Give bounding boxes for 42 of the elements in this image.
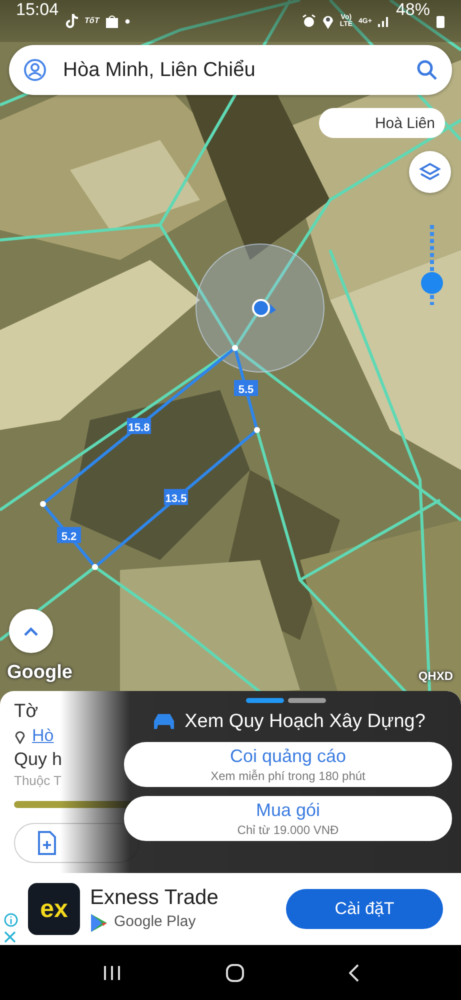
place-chip[interactable]: Hoà Liên bbox=[319, 108, 445, 138]
location-dot-icon bbox=[252, 299, 276, 317]
planning-subtitle: Thuộc T bbox=[14, 773, 62, 788]
signal-icon bbox=[378, 15, 390, 27]
account-icon bbox=[23, 58, 47, 82]
layers-icon bbox=[419, 161, 441, 183]
option-button[interactable]: Mua gói Chỉ từ 19.000 VNĐ bbox=[124, 796, 452, 841]
chevron-up-icon bbox=[24, 626, 38, 636]
edge-length-label: 13.5 bbox=[164, 489, 188, 505]
tiktok-icon bbox=[64, 13, 79, 29]
play-store-icon bbox=[90, 912, 108, 932]
alarm-icon bbox=[302, 14, 316, 28]
battery-percent: 48% bbox=[396, 0, 430, 20]
recent-apps-icon[interactable] bbox=[102, 964, 120, 980]
install-button[interactable]: Cài đặT bbox=[286, 889, 443, 929]
app-name: Exness Trade bbox=[90, 886, 218, 910]
edge-length-label: 5.5 bbox=[234, 380, 258, 396]
dot-icon bbox=[125, 18, 130, 24]
sheet-title: Tờ bbox=[14, 701, 38, 723]
location-pin-icon bbox=[322, 14, 334, 28]
planning-text: Quy h bbox=[14, 749, 62, 770]
edge-length-label: 5.2 bbox=[57, 527, 81, 543]
search-icon[interactable] bbox=[416, 59, 438, 81]
status-time: 15:04 bbox=[16, 0, 59, 20]
pin-outline-icon bbox=[14, 728, 26, 744]
edge-length-label: 15.8 bbox=[127, 418, 151, 434]
address-link[interactable]: Hò bbox=[32, 726, 54, 746]
document-plus-icon bbox=[37, 831, 57, 855]
notification-label: TốT bbox=[84, 17, 100, 25]
add-document-button[interactable] bbox=[14, 823, 139, 863]
map-attribution: Google bbox=[7, 662, 72, 684]
back-icon[interactable] bbox=[348, 964, 358, 982]
info-icon bbox=[4, 913, 18, 927]
option-button[interactable]: Coi quảng cáo Xem miễn phí trong 180 phút bbox=[124, 742, 452, 787]
home-icon[interactable] bbox=[226, 964, 244, 982]
search-field[interactable]: Hòa Minh, Liên Chiểu bbox=[9, 45, 452, 95]
battery-icon bbox=[436, 14, 445, 28]
app-logo: ex bbox=[28, 883, 80, 935]
store-name: Google Play bbox=[114, 912, 196, 930]
map-layer-label: QHXD bbox=[418, 669, 453, 683]
dialog-title: Xem Quy Hoạch Xây Dựng? bbox=[184, 711, 426, 733]
shopping-bag-icon bbox=[105, 14, 120, 28]
